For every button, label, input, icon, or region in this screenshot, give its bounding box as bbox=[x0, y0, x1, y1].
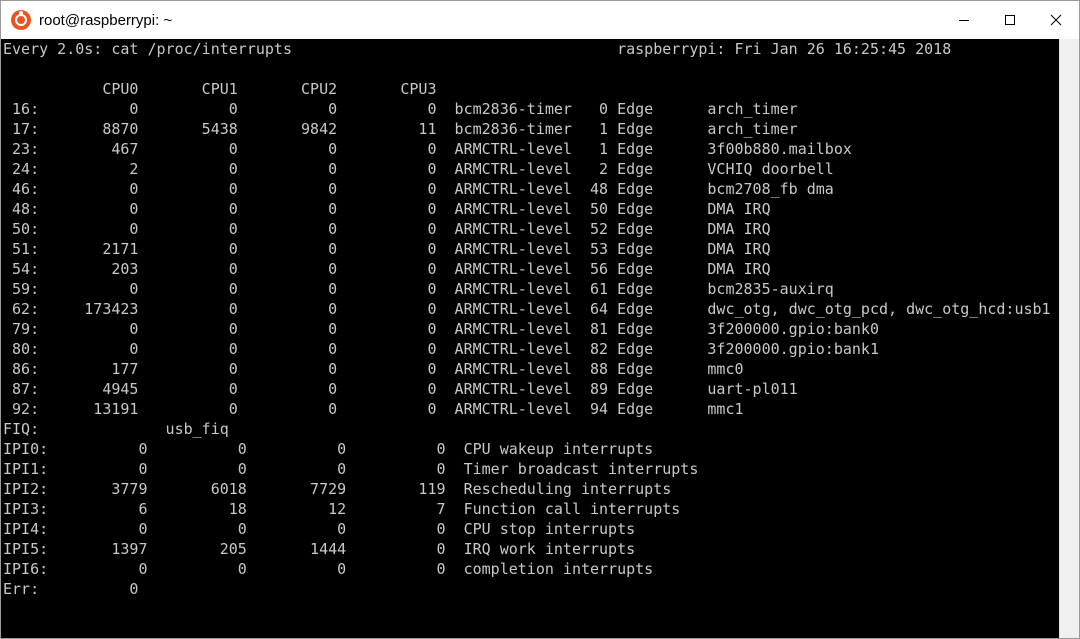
terminal-line: 86: 177 0 0 0 ARMCTRL-level 88 Edge mmc0 bbox=[3, 360, 744, 378]
terminal-line: Err: 0 bbox=[3, 580, 139, 598]
terminal-line: IPI2: 3779 6018 7729 119 Rescheduling in… bbox=[3, 480, 672, 498]
terminal-line: 59: 0 0 0 0 ARMCTRL-level 61 Edge bcm283… bbox=[3, 280, 834, 298]
window-controls bbox=[941, 1, 1079, 39]
maximize-button[interactable] bbox=[987, 1, 1033, 39]
terminal-line: 16: 0 0 0 0 bcm2836-timer 0 Edge arch_ti… bbox=[3, 100, 798, 118]
terminal-line: IPI6: 0 0 0 0 completion interrupts bbox=[3, 560, 654, 578]
terminal-line: IPI1: 0 0 0 0 Timer broadcast interrupts bbox=[3, 460, 699, 478]
terminal-line: 87: 4945 0 0 0 ARMCTRL-level 89 Edge uar… bbox=[3, 380, 798, 398]
terminal-line: 46: 0 0 0 0 ARMCTRL-level 48 Edge bcm270… bbox=[3, 180, 834, 198]
scrollbar[interactable] bbox=[1059, 39, 1079, 638]
ubuntu-icon[interactable] bbox=[11, 10, 31, 30]
terminal-line: 79: 0 0 0 0 ARMCTRL-level 81 Edge 3f2000… bbox=[3, 320, 879, 338]
title-bar[interactable]: root@raspberrypi: ~ bbox=[1, 1, 1079, 39]
terminal-line: FIQ: usb_fiq bbox=[3, 420, 229, 438]
terminal-line: 24: 2 0 0 0 ARMCTRL-level 2 Edge VCHIQ d… bbox=[3, 160, 834, 178]
terminal-line: Every 2.0s: cat /proc/interrupts raspber… bbox=[3, 40, 952, 58]
terminal-line: 62: 173423 0 0 0 ARMCTRL-level 64 Edge d… bbox=[3, 300, 1051, 318]
terminal-line: 23: 467 0 0 0 ARMCTRL-level 1 Edge 3f00b… bbox=[3, 140, 852, 158]
terminal-line: 50: 0 0 0 0 ARMCTRL-level 52 Edge DMA IR… bbox=[3, 220, 771, 238]
terminal-line: IPI0: 0 0 0 0 CPU wakeup interrupts bbox=[3, 440, 654, 458]
minimize-icon bbox=[959, 20, 969, 21]
maximize-icon bbox=[1005, 15, 1015, 25]
minimize-button[interactable] bbox=[941, 1, 987, 39]
close-icon bbox=[1050, 14, 1062, 26]
terminal-line: 54: 203 0 0 0 ARMCTRL-level 56 Edge DMA … bbox=[3, 260, 771, 278]
terminal-output[interactable]: Every 2.0s: cat /proc/interrupts raspber… bbox=[1, 39, 1059, 638]
terminal-line: 92: 13191 0 0 0 ARMCTRL-level 94 Edge mm… bbox=[3, 400, 744, 418]
terminal-line: 48: 0 0 0 0 ARMCTRL-level 50 Edge DMA IR… bbox=[3, 200, 771, 218]
terminal-line: IPI3: 6 18 12 7 Function call interrupts bbox=[3, 500, 681, 518]
window-title: root@raspberrypi: ~ bbox=[39, 11, 173, 29]
terminal-line: 51: 2171 0 0 0 ARMCTRL-level 53 Edge DMA… bbox=[3, 240, 771, 258]
terminal-line: IPI4: 0 0 0 0 CPU stop interrupts bbox=[3, 520, 636, 538]
terminal-line: IPI5: 1397 205 1444 0 IRQ work interrupt… bbox=[3, 540, 636, 558]
terminal-window: root@raspberrypi: ~ Every 2.0s: cat /pro… bbox=[0, 0, 1080, 639]
terminal-text: Every 2.0s: cat /proc/interrupts raspber… bbox=[3, 39, 1051, 599]
terminal-line: 80: 0 0 0 0 ARMCTRL-level 82 Edge 3f2000… bbox=[3, 340, 879, 358]
close-button[interactable] bbox=[1033, 1, 1079, 39]
terminal-line: 17: 8870 5438 9842 11 bcm2836-timer 1 Ed… bbox=[3, 120, 798, 138]
terminal-line: CPU0 CPU1 CPU2 CPU3 bbox=[3, 80, 437, 98]
